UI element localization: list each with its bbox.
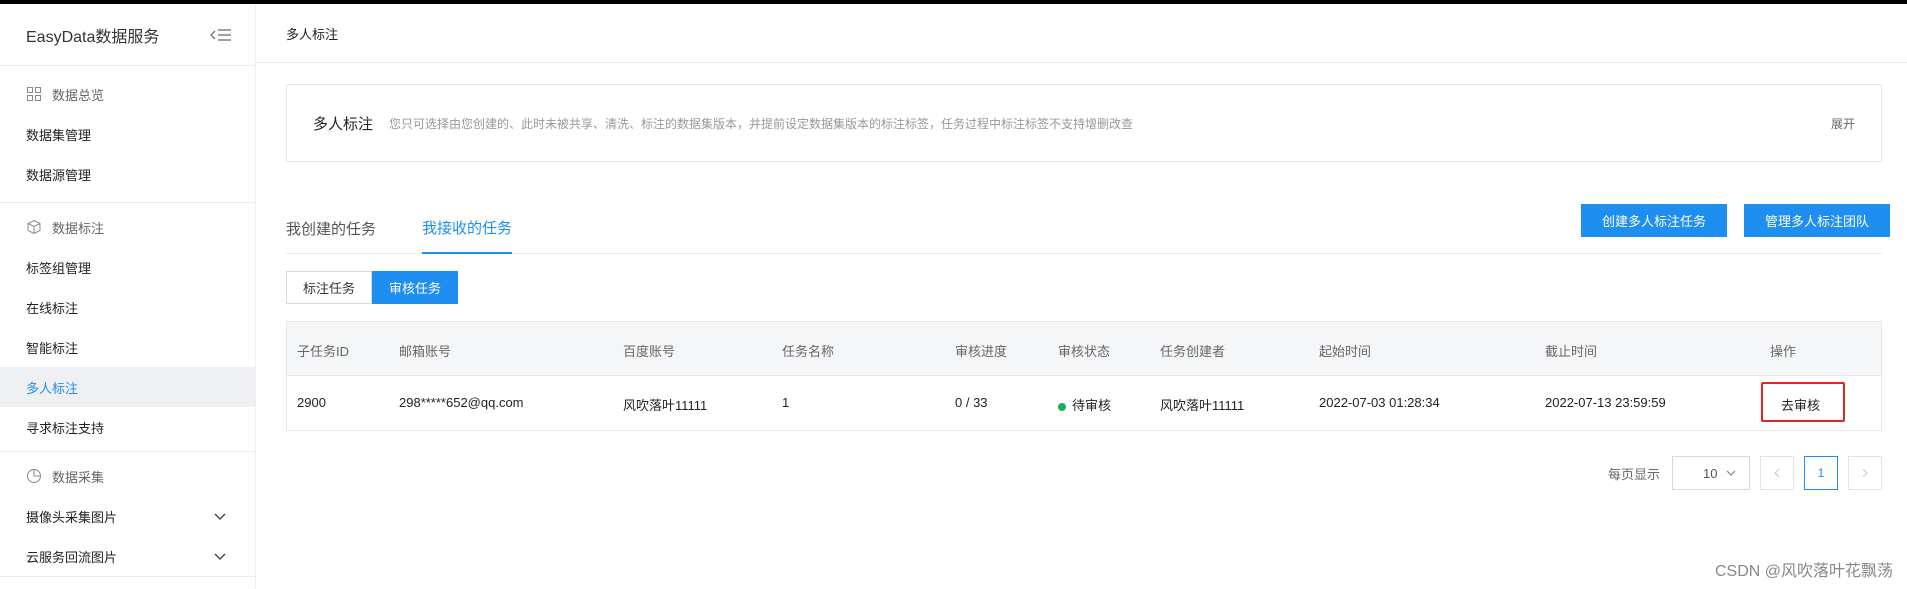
task-type-switch: 标注任务 审核任务	[286, 271, 459, 304]
brand: EasyData数据服务	[0, 4, 255, 66]
pagination: 每页显示 10 1	[1608, 456, 1883, 490]
page-size-select[interactable]: 10	[1672, 456, 1751, 490]
nav-group-label: 数据采集	[52, 469, 105, 485]
sidebar-item-smart-annotation[interactable]: 智能标注	[0, 327, 255, 367]
brand-name: EasyData数据服务	[26, 28, 160, 46]
cell-subtask-id: 2900	[297, 395, 326, 410]
sidebar-item-label: 寻求标注支持	[26, 420, 105, 436]
sidebar-item-label: 摄像头采集图片	[26, 509, 118, 525]
sidebar-item-online-annotation[interactable]: 在线标注	[0, 287, 255, 327]
column-header: 任务名称	[782, 344, 835, 359]
tab-my-received-tasks[interactable]: 我接收的任务	[422, 203, 513, 254]
nav-group-collection: 数据采集	[0, 456, 255, 496]
task-table: 子任务ID 邮箱账号 百度账号 任务名称 审核进度 审核状态 任务创建者 起始时…	[286, 321, 1882, 431]
sidebar: EasyData数据服务 数据总览 数据集管理 数据源管理 数据标注 标签组管理…	[0, 4, 256, 589]
watermark: CSDN @风吹落叶花飘荡	[1714, 563, 1893, 580]
sidebar-nav: 数据总览 数据集管理 数据源管理 数据标注 标签组管理 在线标注 智能标注 多人…	[0, 66, 255, 577]
next-page-button[interactable]	[1848, 456, 1883, 490]
sidebar-item-camera-collection[interactable]: 摄像头采集图片	[0, 496, 255, 536]
segment-review-tasks[interactable]: 审核任务	[372, 271, 459, 304]
main-content: 多人标注 您只可选择由您创建的、此时未被共享、清洗、标注的数据集版本，并提前设定…	[256, 63, 1907, 589]
notice-title: 多人标注	[313, 115, 374, 133]
column-header: 百度账号	[623, 344, 676, 359]
sidebar-item-annotation-support[interactable]: 寻求标注支持	[0, 407, 255, 447]
column-header: 审核进度	[955, 344, 1008, 359]
nav-group-overview: 数据总览	[0, 74, 255, 114]
chevron-down-icon	[214, 553, 226, 560]
column-header: 截止时间	[1545, 344, 1598, 359]
expand-link[interactable]: 展开	[1831, 115, 1855, 132]
cell-start-time: 2022-07-03 01:28:34	[1319, 395, 1440, 410]
tab-my-created-tasks[interactable]: 我创建的任务	[286, 203, 376, 253]
pie-chart-icon	[26, 468, 42, 484]
page-title: 多人标注	[286, 26, 339, 42]
cell-task-creator: 风吹落叶11111	[1160, 398, 1245, 413]
column-header: 操作	[1770, 344, 1797, 359]
sidebar-item-dataset-management[interactable]: 数据集管理	[0, 114, 255, 154]
sidebar-item-label-groups[interactable]: 标签组管理	[0, 247, 255, 287]
go-review-link[interactable]: 去审核	[1781, 395, 1820, 414]
table-header: 子任务ID 邮箱账号 百度账号 任务名称 审核进度 审核状态 任务创建者 起始时…	[287, 322, 1881, 376]
chevron-down-icon	[1726, 470, 1736, 476]
sidebar-item-label: 在线标注	[26, 300, 79, 316]
chevron-right-icon	[1862, 468, 1868, 478]
column-header: 邮箱账号	[399, 344, 452, 359]
manage-annotation-team-button[interactable]: 管理多人标注团队	[1744, 204, 1890, 237]
create-multi-annotation-task-button[interactable]: 创建多人标注任务	[1581, 204, 1727, 237]
column-header: 任务创建者	[1160, 344, 1226, 359]
sidebar-item-label: 多人标注	[26, 380, 79, 396]
status-dot-icon	[1058, 402, 1066, 411]
prev-page-button[interactable]	[1760, 456, 1795, 490]
page-header: 多人标注	[256, 4, 1907, 63]
sidebar-item-multi-annotation[interactable]: 多人标注	[0, 367, 255, 407]
sidebar-item-label: 数据集管理	[26, 127, 92, 143]
chevron-left-icon	[1774, 468, 1780, 478]
cell-review-progress: 0 / 33	[955, 395, 988, 410]
page-size-label: 每页显示	[1608, 466, 1661, 482]
info-notice: 多人标注 您只可选择由您创建的、此时未被共享、清洗、标注的数据集版本，并提前设定…	[286, 84, 1882, 162]
sidebar-item-label: 数据源管理	[26, 167, 92, 183]
column-header: 审核状态	[1058, 344, 1111, 359]
nav-group-annotation: 数据标注	[0, 207, 255, 247]
cube-icon	[26, 219, 42, 235]
nav-group-label: 数据标注	[52, 220, 105, 236]
divider	[0, 202, 255, 203]
sidebar-item-cloud-reflow[interactable]: 云服务回流图片	[0, 536, 255, 576]
status-text: 待审核	[1072, 398, 1112, 413]
column-header: 子任务ID	[297, 344, 350, 359]
divider	[0, 576, 255, 577]
chevron-down-icon	[214, 513, 226, 520]
table-row: 2900 298*****652@qq.com 风吹落叶11111 1 0 / …	[287, 376, 1881, 430]
collapse-menu-icon[interactable]	[209, 27, 233, 43]
grid-icon	[26, 86, 42, 102]
cell-baidu-account: 风吹落叶11111	[623, 398, 708, 413]
notice-description: 您只可选择由您创建的、此时未被共享、清洗、标注的数据集版本，并提前设定数据集版本…	[389, 116, 1134, 131]
divider	[0, 451, 255, 452]
cell-task-name: 1	[782, 395, 790, 410]
column-header: 起始时间	[1319, 344, 1372, 359]
page-size-value: 10	[1703, 465, 1718, 481]
sidebar-item-datasource-management[interactable]: 数据源管理	[0, 154, 255, 194]
cell-end-time: 2022-07-13 23:59:59	[1545, 395, 1666, 410]
status-badge: 待审核	[1058, 395, 1111, 414]
sidebar-item-label: 智能标注	[26, 340, 79, 356]
sidebar-item-label: 云服务回流图片	[26, 549, 118, 565]
segment-annotation-tasks[interactable]: 标注任务	[286, 271, 373, 304]
page-number-button[interactable]: 1	[1804, 456, 1839, 490]
cell-email: 298*****652@qq.com	[399, 395, 524, 410]
nav-group-label: 数据总览	[52, 87, 105, 103]
sidebar-item-label: 标签组管理	[26, 260, 92, 276]
